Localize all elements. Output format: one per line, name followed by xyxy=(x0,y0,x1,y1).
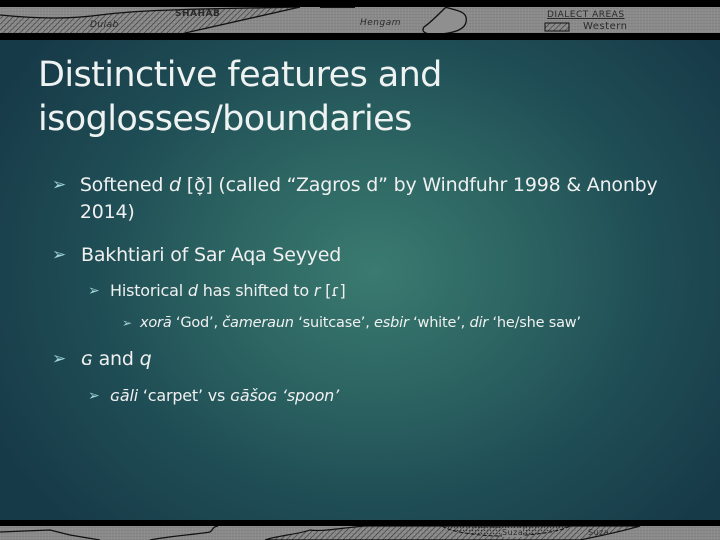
text-run: ‘white’, xyxy=(408,315,470,331)
map-outline-bottom xyxy=(0,526,641,540)
italic-term: čameraun xyxy=(222,315,294,331)
map-legend-heading: DIALECT AREAS xyxy=(547,10,625,20)
map-label-suza-2: Suza xyxy=(588,528,610,537)
bullet-text: Historical d has shifted to r [ɾ] xyxy=(110,280,346,302)
text-run: Bakhtiari of Sar Aqa Seyyed xyxy=(81,244,342,266)
text-run: Historical xyxy=(110,281,188,300)
italic-term: ɢāšoɢ ‘spoon’ xyxy=(230,386,340,405)
text-run: ‘carpet’ vs xyxy=(137,386,231,405)
slide: Distinctive features and isoglosses/boun… xyxy=(0,40,720,520)
italic-term: d xyxy=(169,174,181,196)
bullet-examples-g: ➢ ɢāli ‘carpet’ vs ɢāšoɢ ‘spoon’ xyxy=(88,385,688,407)
island-hengam xyxy=(422,7,467,33)
italic-term: xorā xyxy=(140,315,172,331)
bullet-softened-d: ➢ Softened d [ð̞] (called “Zagros d” by … xyxy=(52,172,692,226)
bullet-text: ɢāli ‘carpet’ vs ɢāšoɢ ‘spoon’ xyxy=(110,385,339,407)
arrow-bullet-icon: ➢ xyxy=(88,283,100,299)
bullet-g-and-q: ➢ ɢ and q xyxy=(52,346,692,373)
italic-term: ɢ xyxy=(81,348,93,370)
bullet-text: Bakhtiari of Sar Aqa Seyyed xyxy=(81,242,341,269)
text-run: has shifted to xyxy=(197,281,314,300)
slide-title: Distinctive features and isoglosses/boun… xyxy=(38,55,442,139)
text-run: [ɾ] xyxy=(320,281,346,300)
map-legend-western: Western xyxy=(583,21,628,32)
bullet-text: xorā ‘God’, čameraun ‘suitcase’, esbir ‘… xyxy=(140,313,581,333)
italic-term: dir xyxy=(469,315,489,331)
arrow-bullet-icon: ➢ xyxy=(88,388,100,404)
map-label-shahab: SHAHAB xyxy=(175,9,221,19)
map-image-top: SHAHAB Dulab Hengam DIALECT AREAS Wester… xyxy=(0,7,720,33)
italic-term: esbir xyxy=(374,315,409,331)
bullet-historical-d: ➢ Historical d has shifted to r [ɾ] xyxy=(88,280,688,302)
text-run: ‘suitcase’, xyxy=(293,315,375,331)
arrow-bullet-icon: ➢ xyxy=(52,175,67,195)
map-label-hengam: Hengam xyxy=(360,18,402,28)
text-run: and xyxy=(92,348,140,370)
italic-term: d xyxy=(187,281,198,300)
map-image-bottom: Kuhkan Suza Suza xyxy=(0,526,720,540)
bullet-examples-r: ➢ xorā ‘God’, čameraun ‘suitcase’, esbir… xyxy=(122,313,712,333)
map-label-dulab: Dulab xyxy=(90,20,119,30)
map-label-suza-1: Suza xyxy=(502,528,524,537)
bullet-text: ɢ and q xyxy=(81,346,152,373)
legend-swatch-western xyxy=(544,22,570,32)
text-run: ‘God’, xyxy=(171,315,223,331)
italic-term: q xyxy=(139,348,152,370)
bullet-bakhtiari: ➢ Bakhtiari of Sar Aqa Seyyed xyxy=(52,242,692,269)
italic-term: ɢāli xyxy=(110,386,138,405)
text-run: Softened xyxy=(79,174,170,196)
arrow-bullet-icon: ➢ xyxy=(52,245,67,265)
bullet-text: Softened d [ð̞] (called “Zagros d” by Wi… xyxy=(80,172,692,226)
arrow-bullet-icon: ➢ xyxy=(122,316,133,330)
arrow-bullet-icon: ➢ xyxy=(52,349,67,369)
text-run: ‘he/she saw’ xyxy=(488,315,581,331)
